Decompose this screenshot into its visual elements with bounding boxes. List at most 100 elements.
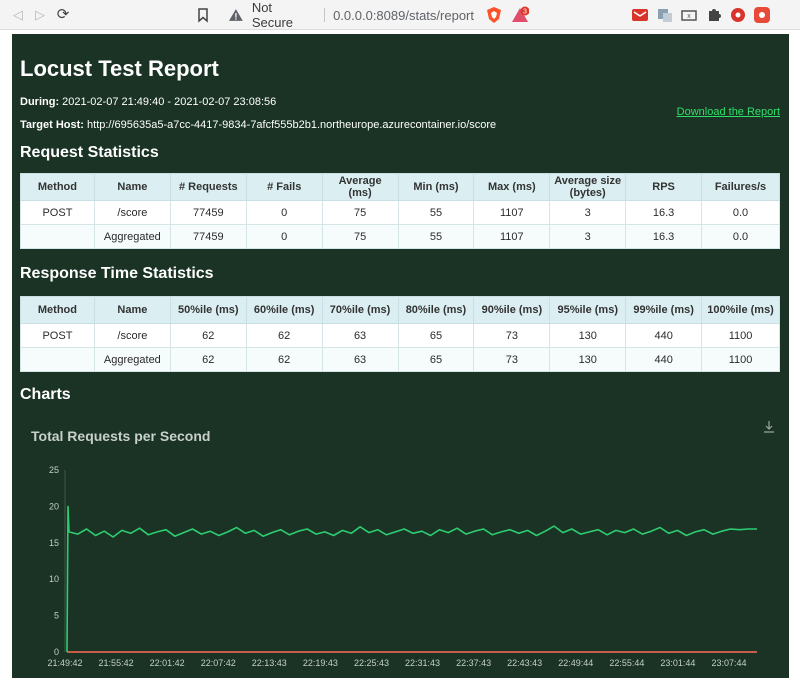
record-extension-icon[interactable] — [729, 6, 747, 24]
x-tick-label: 21:49:42 — [47, 658, 82, 668]
mail-extension-icon[interactable] — [631, 6, 649, 24]
table-row: Aggregated 77459 0 75 55 1107 3 16.3 0.0 — [20, 224, 781, 249]
column-header: Name — [93, 296, 171, 324]
table-cell: 16.3 — [625, 200, 702, 225]
column-header: Method — [20, 173, 95, 201]
target-host-line: Target Host: http://695635a5-a7cc-4417-9… — [20, 119, 496, 131]
table-cell: 0 — [245, 224, 323, 249]
x-tick-label: 22:01:42 — [150, 658, 185, 668]
table-header-row: Method Name # Requests # Fails Average (… — [20, 173, 781, 201]
table-cell: 0.0 — [700, 224, 781, 249]
column-header: 50%ile (ms) — [169, 296, 247, 324]
table-cell: 130 — [549, 323, 627, 348]
y-tick-label: 0 — [54, 647, 59, 657]
report-page: Locust Test Report During: 2021-02-07 21… — [12, 34, 789, 678]
x-tick-label: 22:43:43 — [507, 658, 542, 668]
table-cell: 77459 — [169, 200, 247, 225]
table-cell: 55 — [397, 224, 475, 249]
x-tick-label: 23:01:44 — [660, 658, 695, 668]
x-tick-label: 22:37:43 — [456, 658, 491, 668]
table-cell: 65 — [397, 347, 475, 372]
column-header: Max (ms) — [473, 173, 551, 201]
puzzle-icon[interactable] — [705, 6, 723, 24]
table-cell: 63 — [321, 347, 399, 372]
translate-extension-icon[interactable] — [656, 6, 674, 24]
y-tick-label: 5 — [54, 611, 59, 621]
table-cell: 75 — [321, 200, 399, 225]
y-tick-label: 15 — [49, 538, 59, 548]
column-header: 60%ile (ms) — [245, 296, 323, 324]
table-cell: 3 — [549, 224, 627, 249]
x-tick-label: 21:55:42 — [99, 658, 134, 668]
back-icon[interactable]: ◁ — [10, 7, 26, 23]
table-row: POST /score 62 62 63 65 73 130 440 1100 — [20, 323, 780, 348]
rps-chart: 0 5 10 15 20 25 21:49:42 21:55:42 22:01:42 22:07:… — [19, 414, 781, 678]
table-cell: 1100 — [701, 347, 780, 372]
rps-series-line — [66, 505, 757, 653]
column-header: Average (ms) — [321, 173, 399, 201]
table-cell: 1107 — [473, 224, 551, 249]
column-header: Average size (bytes) — [549, 173, 627, 201]
table-row: Aggregated 62 62 63 65 73 130 440 1100 — [20, 347, 780, 372]
table-cell: 55 — [397, 200, 475, 225]
column-header: 80%ile (ms) — [397, 296, 475, 324]
response-stats-heading: Response Time Statistics — [20, 265, 214, 282]
table-header-row: Method Name 50%ile (ms) 60%ile (ms) 70%i… — [20, 296, 780, 324]
profile-icon[interactable] — [753, 6, 771, 24]
column-header: 99%ile (ms) — [625, 296, 703, 324]
table-cell: 3 — [549, 200, 627, 225]
svg-text:x: x — [687, 13, 691, 20]
table-cell: 440 — [625, 323, 703, 348]
table-cell — [20, 224, 95, 249]
column-header: Name — [93, 173, 171, 201]
column-header: 100%ile (ms) — [701, 296, 780, 324]
host-value: http://695635a5-a7cc-4417-9834-7afcf555b… — [87, 119, 497, 131]
table-cell: 440 — [625, 347, 703, 372]
table-cell: Aggregated — [93, 347, 171, 372]
x-tick-label: 22:49:44 — [558, 658, 593, 668]
download-report-link[interactable]: Download the Report — [677, 106, 780, 118]
table-cell: 0 — [245, 200, 323, 225]
column-header: 95%ile (ms) — [549, 296, 627, 324]
table-cell: POST — [20, 323, 95, 348]
request-stats-table: Method Name # Requests # Fails Average (… — [20, 173, 781, 249]
column-header: Method — [20, 296, 95, 324]
x-tick-label: 23:07:44 — [711, 658, 746, 668]
y-tick-label: 25 — [49, 465, 59, 475]
address-bar[interactable]: Not Secure 0.0.0.0:8089/stats/report — [222, 0, 474, 30]
y-tick-label: 10 — [49, 574, 59, 584]
during-line: During: 2021-02-07 21:49:40 - 2021-02-07… — [20, 96, 276, 108]
table-cell: 63 — [321, 323, 399, 348]
x-tick-label: 22:13:43 — [252, 658, 287, 668]
save-image-icon[interactable] — [763, 420, 775, 434]
table-cell: 62 — [169, 347, 247, 372]
column-header: Min (ms) — [397, 173, 475, 201]
table-cell: 62 — [245, 347, 323, 372]
table-cell: 1107 — [473, 200, 551, 225]
table-cell: 16.3 — [625, 224, 702, 249]
url-divider — [324, 8, 326, 22]
brave-rewards-icon[interactable]: 3 — [511, 6, 529, 24]
brave-shield-icon[interactable] — [485, 6, 503, 24]
table-cell: Aggregated — [93, 224, 171, 249]
table-cell: POST — [20, 200, 95, 225]
x-tick-label: 22:25:43 — [354, 658, 389, 668]
bookmark-icon[interactable] — [196, 7, 210, 23]
table-row: POST /score 77459 0 75 55 1107 3 16.3 0.… — [20, 200, 781, 225]
reader-extension-icon[interactable]: x — [680, 6, 698, 24]
during-value: 2021-02-07 21:49:40 - 2021-02-07 23:08:5… — [62, 96, 277, 108]
table-cell: 0.0 — [700, 200, 781, 225]
forward-icon[interactable]: ▷ — [32, 7, 48, 23]
column-header: 70%ile (ms) — [321, 296, 399, 324]
table-cell: /score — [93, 323, 171, 348]
table-cell: 65 — [397, 323, 475, 348]
x-tick-label: 22:07:42 — [201, 658, 236, 668]
table-cell: 1100 — [701, 323, 780, 348]
warning-icon — [228, 9, 243, 21]
table-cell: 130 — [549, 347, 627, 372]
table-cell: 62 — [169, 323, 247, 348]
reload-icon[interactable]: ⟳ — [55, 7, 71, 23]
y-tick-label: 20 — [49, 501, 59, 511]
host-label: Target Host: — [20, 119, 84, 131]
table-cell: 73 — [473, 323, 551, 348]
